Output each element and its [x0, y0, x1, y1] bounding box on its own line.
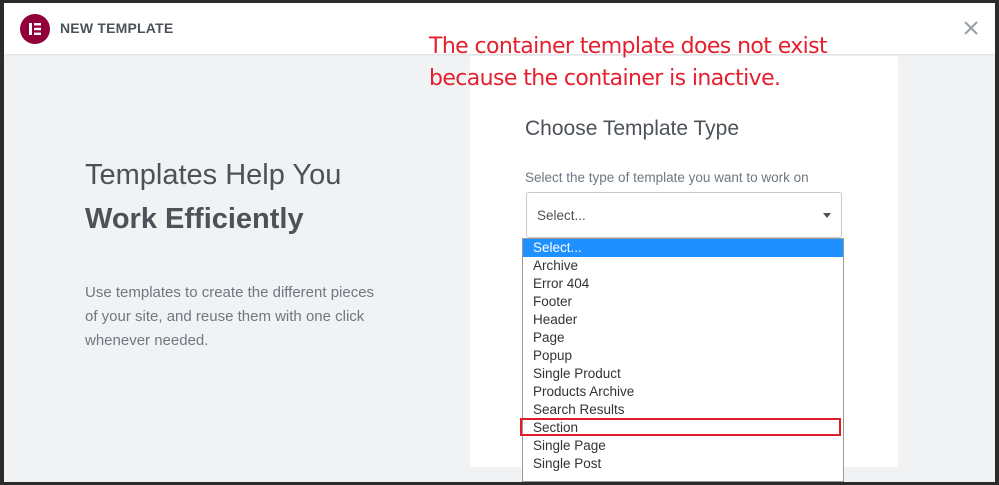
headline-line2: Work Efficiently	[85, 203, 304, 235]
dropdown-option-archive[interactable]: Archive	[523, 257, 843, 275]
dropdown-option-select[interactable]: Select...	[523, 239, 843, 257]
annotation-line1: The container template does not exist	[429, 34, 828, 59]
template-type-dropdown: Select... Archive Error 404 Footer Heade…	[522, 238, 844, 482]
dropdown-option-search-results[interactable]: Search Results	[523, 401, 843, 419]
dropdown-option-error-404[interactable]: Error 404	[523, 275, 843, 293]
modal-title: NEW TEMPLATE	[60, 20, 174, 36]
dropdown-option-section[interactable]: Section	[523, 419, 843, 437]
close-icon[interactable]	[962, 19, 980, 37]
card-title: Choose Template Type	[525, 117, 740, 140]
dropdown-option-single-page[interactable]: Single Page	[523, 437, 843, 455]
dropdown-option-footer[interactable]: Footer	[523, 293, 843, 311]
dropdown-option-popup[interactable]: Popup	[523, 347, 843, 365]
select-current-value: Select...	[537, 208, 586, 223]
chevron-down-icon	[823, 213, 831, 218]
annotation-line2: because the container is inactive.	[429, 66, 781, 91]
intro-pane: Templates Help You Work Efficiently Use …	[85, 153, 445, 353]
template-type-label: Select the type of template you want to …	[525, 170, 809, 185]
annotation-note: The container template does not exist be…	[429, 31, 828, 95]
dropdown-option-page[interactable]: Page	[523, 329, 843, 347]
template-type-select[interactable]: Select...	[526, 192, 842, 238]
dropdown-option-header[interactable]: Header	[523, 311, 843, 329]
dropdown-option-single-post[interactable]: Single Post	[523, 455, 843, 473]
dropdown-option-single-product[interactable]: Single Product	[523, 365, 843, 383]
elementor-logo-icon	[20, 14, 50, 44]
dropdown-option-products-archive[interactable]: Products Archive	[523, 383, 843, 401]
intro-description: Use templates to create the different pi…	[85, 284, 375, 349]
headline-line1: Templates Help You	[85, 159, 342, 191]
